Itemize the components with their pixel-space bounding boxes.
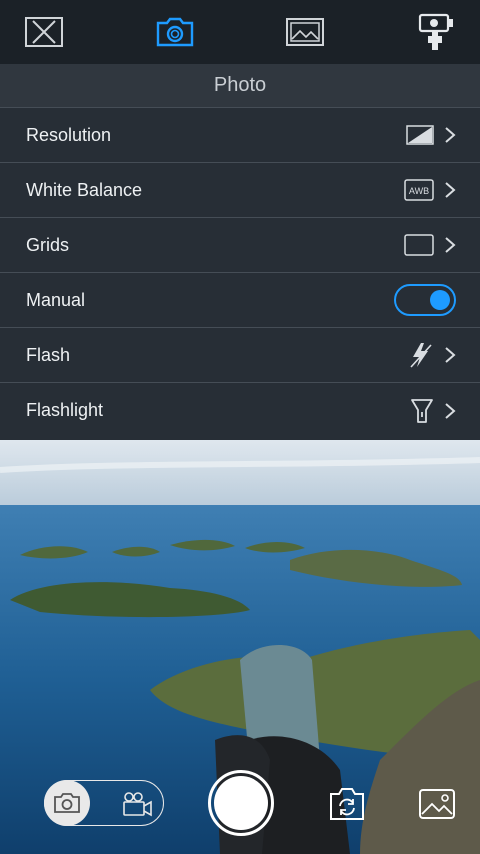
camera-icon[interactable] xyxy=(155,12,195,52)
setting-row-resolution[interactable]: Resolution xyxy=(0,108,480,163)
grid-frame-icon xyxy=(404,234,434,256)
panel-title: Photo xyxy=(0,64,480,108)
setting-label: Resolution xyxy=(26,124,112,145)
setting-label: White Balance xyxy=(26,179,143,200)
video-mode-button[interactable] xyxy=(120,787,154,821)
close-x-icon[interactable] xyxy=(24,12,64,52)
manual-toggle[interactable] xyxy=(394,284,456,316)
awb-icon-text: AWB xyxy=(409,186,429,196)
switch-camera-icon[interactable] xyxy=(328,786,366,822)
chevron-right-icon xyxy=(445,127,456,143)
setting-label: Grids xyxy=(26,234,70,255)
toggle-knob xyxy=(430,290,450,310)
setting-row-flash[interactable]: Flash xyxy=(0,328,480,383)
video-camera-icon xyxy=(123,792,152,817)
gimbal-icon[interactable] xyxy=(416,12,456,52)
setting-row-manual: Manual xyxy=(0,273,480,328)
flashlight-icon xyxy=(411,398,433,423)
shutter-inner xyxy=(214,776,268,830)
flash-off-icon xyxy=(410,343,432,368)
setting-row-white-balance[interactable]: White Balance AWB xyxy=(0,163,480,218)
setting-row-flashlight[interactable]: Flashlight xyxy=(0,383,480,438)
setting-label: Flash xyxy=(26,344,71,365)
setting-label: Flashlight xyxy=(26,400,104,420)
awb-icon: AWB xyxy=(404,179,434,201)
chevron-right-icon xyxy=(445,347,456,363)
resolution-icon xyxy=(406,125,434,145)
photo-settings-panel: Photo Resolution White Balance AWB Grids xyxy=(0,64,480,440)
photo-mode-button[interactable] xyxy=(44,780,90,826)
camera-icon xyxy=(54,793,80,813)
chevron-right-icon xyxy=(445,182,456,198)
gallery-icon[interactable] xyxy=(418,786,456,822)
top-toolbar xyxy=(0,0,480,64)
chevron-right-icon xyxy=(445,237,456,253)
shutter-button[interactable] xyxy=(208,770,274,836)
setting-label: Manual xyxy=(26,289,86,310)
image-icon[interactable] xyxy=(285,12,325,52)
chevron-right-icon xyxy=(445,402,456,419)
setting-row-grids[interactable]: Grids xyxy=(0,218,480,273)
